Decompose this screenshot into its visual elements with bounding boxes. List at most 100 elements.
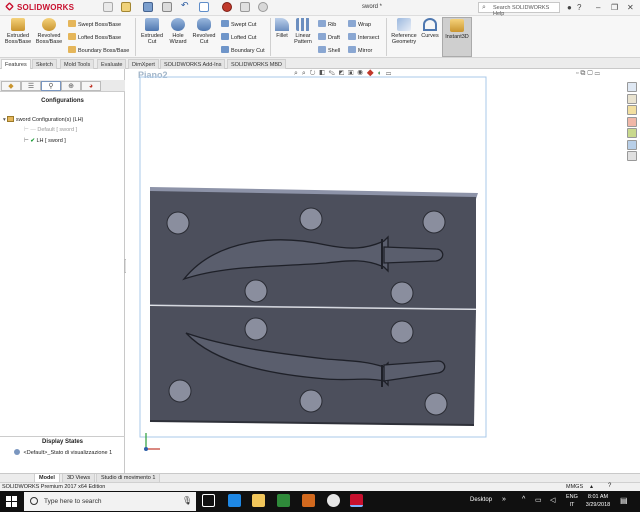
minimize-icon[interactable]: – [596, 3, 600, 12]
volume-icon[interactable]: ◁ [550, 496, 555, 504]
linear-pattern-button[interactable]: Linear Pattern [290, 18, 316, 45]
solidworks-logo[interactable]: SOLIDWORKS [5, 2, 74, 12]
tab-features[interactable]: Features [1, 59, 31, 69]
print-icon[interactable] [162, 2, 172, 12]
windows-start-icon[interactable] [6, 496, 17, 507]
units-dropdown-icon[interactable]: ▴ [590, 483, 593, 490]
label: Instant3D [445, 34, 469, 40]
intersect-button[interactable]: Intersect [348, 33, 379, 41]
user-icon[interactable]: ● [567, 3, 572, 12]
revolved-cut-button[interactable]: Revolved Cut [189, 18, 219, 45]
active-check-icon: ✔ [30, 138, 35, 144]
label: Wizard [169, 39, 187, 45]
rebuild-icon[interactable] [222, 2, 232, 12]
new-document-icon[interactable] [103, 2, 113, 12]
close-icon[interactable]: ✕ [627, 3, 634, 12]
tab-solidworks-mbd[interactable]: SOLIDWORKS MBD [227, 59, 287, 69]
tray-chevron-icon[interactable]: ^ [522, 496, 525, 503]
configuration-default-label: Default [ sword ] [37, 127, 78, 133]
office-app-icon[interactable] [302, 494, 315, 507]
clock-time: 8:01 AM [587, 494, 609, 500]
wrap-button[interactable]: Wrap [348, 20, 371, 28]
instant3d-button[interactable]: Instant3D [442, 17, 472, 57]
file-explorer-icon[interactable] [627, 105, 637, 115]
action-center-icon[interactable]: ▤ [620, 496, 628, 505]
custom-properties-icon[interactable] [627, 139, 637, 150]
label: Draft [328, 35, 340, 41]
configuration-default[interactable]: ⊢ — Default [ sword ] [24, 127, 77, 133]
open-folder-icon[interactable] [121, 2, 131, 12]
configuration-lh-label: LH [ sword ] [36, 138, 66, 144]
tab-evaluate[interactable]: Evaluate [97, 59, 127, 69]
command-manager-tabs: Features Sketch Mold Tools Evaluate DimX… [0, 58, 640, 69]
help-status-icon[interactable]: ? [608, 483, 611, 489]
label: Wrap [358, 22, 372, 28]
part-icon [7, 116, 15, 122]
file-properties-icon[interactable] [240, 2, 250, 12]
appearances-icon[interactable] [627, 128, 637, 138]
tray-overflow-icon[interactable]: » [502, 496, 506, 503]
input-language-indicator[interactable]: ENG IT [566, 493, 578, 509]
options-gear-icon[interactable] [258, 2, 268, 12]
help-icon[interactable]: ? [577, 3, 581, 12]
tab-dimxpert[interactable]: DimXpert [128, 59, 159, 69]
draft-button[interactable]: Draft [318, 33, 340, 41]
edge-browser-icon[interactable] [228, 494, 241, 507]
rib-button[interactable]: Rib [318, 20, 336, 28]
curves-button[interactable]: Curves [419, 18, 441, 39]
restore-icon[interactable]: ❐ [611, 3, 618, 12]
configuration-root-label: sword Configuration(s) (LH) [15, 117, 84, 123]
mold-model[interactable] [126, 69, 626, 469]
forum-icon[interactable] [627, 151, 637, 161]
tab-sketch[interactable]: Sketch [32, 59, 57, 69]
store-icon[interactable] [277, 494, 290, 507]
display-state-item[interactable]: <Default>_Stato di visualizzazione 1 [14, 449, 112, 456]
network-icon[interactable]: ▭ [535, 496, 542, 504]
help-search-input[interactable]: ⌕ Search SOLIDWORKS Help [478, 2, 560, 17]
view-palette-icon[interactable] [627, 116, 637, 127]
configuration-lh[interactable]: ⊢ ✔ LH [ sword ] [24, 138, 66, 144]
model-view-tabs: Model 3D Views Studio di movimento 1 [0, 473, 640, 483]
revolved-boss-button[interactable]: Revolved Boss/Base [34, 18, 64, 45]
display-manager-tab-icon[interactable]: ◕ [81, 81, 101, 91]
mirror-button[interactable]: Mirror [348, 46, 372, 54]
desktop-toolbar-label[interactable]: Desktop [470, 497, 492, 503]
feature-manager-panel: ◆ ☰ ⚲ ⊕ ◕ Configurations ▾ sword Configu… [0, 69, 129, 473]
solidworks-taskbar-icon[interactable] [350, 494, 363, 507]
boundary-boss-button[interactable]: Boundary Boss/Base [68, 46, 129, 54]
label: Geometry [391, 39, 417, 45]
label: Cut [199, 39, 209, 45]
solidworks-resources-icon[interactable] [627, 82, 637, 92]
graphics-area[interactable]: Piano2 ⌕ ⌕ ↻ ◧ ✎ ◩ ▣ ◉ ◆ ◐ ▭ ▫ ⧉ ▢ ▭ [126, 69, 640, 473]
tab-solidworks-addins[interactable]: SOLIDWORKS Add-Ins [160, 59, 226, 69]
boundary-cut-button[interactable]: Boundary Cut [221, 46, 265, 54]
tab-mold-tools[interactable]: Mold Tools [60, 59, 95, 69]
units-selector[interactable]: MMGS [566, 484, 583, 490]
taskbar-search-input[interactable]: Type here to search 🎙 [24, 492, 196, 511]
design-library-icon[interactable] [627, 93, 637, 104]
feature-manager-tab-icon[interactable]: ◆ [1, 81, 21, 91]
lang-bottom: IT [569, 502, 575, 508]
configuration-icon: ⊢ [24, 127, 29, 133]
undo-icon[interactable]: ↶ [181, 0, 191, 10]
label: Boundary Cut [231, 48, 265, 54]
file-explorer-taskbar-icon[interactable] [252, 494, 265, 507]
swept-cut-button[interactable]: Swept Cut [221, 20, 256, 28]
extruded-boss-button[interactable]: Extruded Boss/Base [3, 18, 33, 45]
select-arrow-icon[interactable] [199, 2, 209, 12]
chrome-browser-icon[interactable] [327, 494, 340, 507]
collapse-arrow-icon[interactable]: ▾ [3, 117, 6, 123]
configuration-manager-tab-icon[interactable]: ⚲ [41, 81, 61, 91]
property-manager-tab-icon[interactable]: ☰ [21, 81, 41, 91]
configuration-root[interactable]: ▾ sword Configuration(s) (LH) [3, 116, 83, 123]
lofted-cut-button[interactable]: Lofted Cut [221, 33, 256, 41]
system-clock[interactable]: 8:01 AM 3/29/2018 [583, 493, 613, 509]
lofted-boss-button[interactable]: Lofted Boss/Base [68, 33, 121, 41]
task-view-icon[interactable] [202, 494, 215, 507]
swept-boss-button[interactable]: Swept Boss/Base [68, 20, 121, 28]
reference-geometry-button[interactable]: Reference Geometry [388, 18, 420, 45]
dimxpert-manager-tab-icon[interactable]: ⊕ [61, 81, 81, 91]
shell-button[interactable]: Shell [318, 46, 340, 54]
save-icon[interactable] [143, 2, 153, 12]
microphone-icon[interactable]: 🎙 [182, 496, 192, 505]
